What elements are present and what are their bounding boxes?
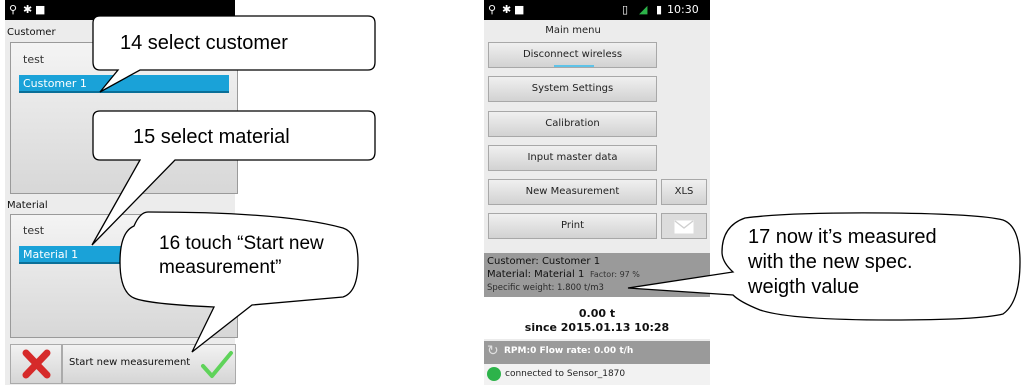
callout-16-text-line2: measurement” <box>159 257 282 278</box>
callout-17-text-line2: with the new spec. <box>748 251 913 273</box>
callout-bubbles <box>91 15 1021 353</box>
callout-16-text-line1: 16 touch “Start new <box>159 233 324 254</box>
callout-17-text-line1: 17 now it’s measured <box>748 226 937 248</box>
callout-15-text: 15 select material <box>133 126 290 148</box>
callout-17-text-line3: weigth value <box>748 276 860 298</box>
callout-14-text: 14 select customer <box>120 32 288 54</box>
